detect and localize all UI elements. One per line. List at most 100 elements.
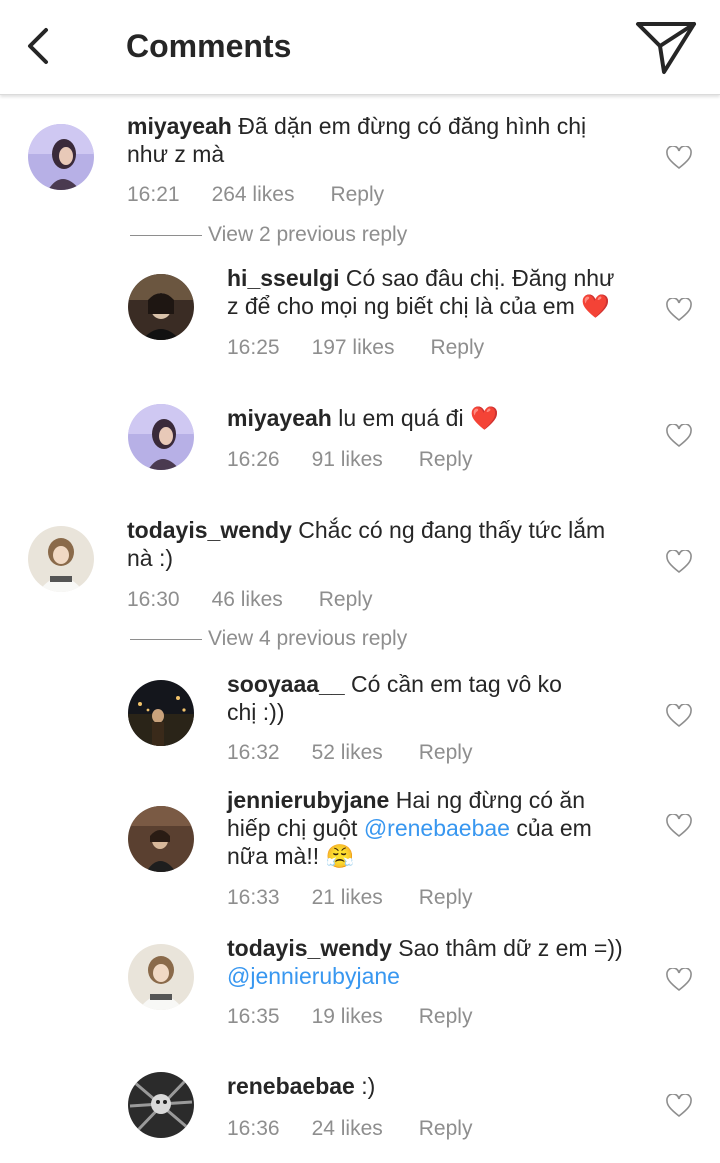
timestamp: 16:33 xyxy=(227,886,280,909)
comment-text: hi_sseulgi Có sao đâu chị. Đăng như z để… xyxy=(227,264,697,320)
view-previous-replies[interactable]: View 2 previous reply xyxy=(130,222,407,248)
comment-text: sooyaaa__ Có cần em tag vô ko chị :)) xyxy=(227,670,697,726)
comment-text-line: Hai ng đừng có ăn xyxy=(395,787,586,813)
comment-text: todayis_wendy Sao thâm dữ z em =)) @jenn… xyxy=(227,934,697,990)
likes-count[interactable]: 24 likes xyxy=(312,1116,383,1142)
username[interactable]: sooyaaa__ xyxy=(227,671,345,697)
comment-text: todayis_wendy Chắc có ng đang thấy tức l… xyxy=(127,516,627,572)
reply-button[interactable]: Reply xyxy=(419,740,473,766)
reply-item: sooyaaa__ Có cần em tag vô ko chị :)) 16… xyxy=(128,670,708,770)
heart-icon[interactable] xyxy=(666,549,692,574)
username[interactable]: todayis_wendy xyxy=(227,935,392,961)
heart-icon[interactable] xyxy=(666,145,692,170)
mention-link[interactable]: @renebaebae xyxy=(364,815,510,841)
header-bar: Comments xyxy=(0,0,720,95)
reply-item: todayis_wendy Sao thâm dữ z em =)) @jenn… xyxy=(128,934,708,1034)
avatar[interactable] xyxy=(128,404,194,470)
divider-line xyxy=(130,234,202,236)
avatar[interactable] xyxy=(128,806,194,872)
heart-icon[interactable] xyxy=(666,967,692,992)
username[interactable]: miyayeah xyxy=(227,405,332,431)
likes-count[interactable]: 197 likes xyxy=(312,335,395,361)
comment-meta: 16:35 19 likes Reply xyxy=(227,1004,472,1030)
heart-emoji: ❤️ xyxy=(469,405,499,431)
comment-meta: 16:32 52 likes Reply xyxy=(227,740,472,766)
heart-icon[interactable] xyxy=(666,423,692,448)
timestamp: 16:21 xyxy=(127,183,180,206)
comment-text-line: Sao thâm dữ z em =)) xyxy=(398,935,623,961)
comment-item: todayis_wendy Chắc có ng đang thấy tức l… xyxy=(28,516,708,616)
likes-count[interactable]: 91 likes xyxy=(312,447,383,473)
reply-button[interactable]: Reply xyxy=(419,1004,473,1030)
reply-button[interactable]: Reply xyxy=(419,447,473,473)
comment-meta: 16:33 21 likes Reply xyxy=(227,885,472,911)
avatar[interactable] xyxy=(28,124,94,190)
view-previous-replies[interactable]: View 4 previous reply xyxy=(130,626,407,652)
comment-text-line: của em xyxy=(516,815,592,841)
username[interactable]: todayis_wendy xyxy=(127,517,292,543)
comment-meta: 16:21 264 likes Reply xyxy=(127,182,384,208)
heart-icon[interactable] xyxy=(666,703,692,728)
comment-text-line: chị :)) xyxy=(227,699,285,725)
divider-line xyxy=(130,638,202,640)
view-previous-label: View 4 previous reply xyxy=(208,627,408,650)
reply-item: miyayeah lu em quá đi ❤️ 16:26 91 likes Re… xyxy=(128,404,708,484)
huffing-face-emoji: 😤 xyxy=(325,843,355,869)
heart-emoji: ❤️ xyxy=(581,293,610,319)
avatar[interactable] xyxy=(28,526,94,592)
comment-text-line: hiếp chị guột xyxy=(227,815,358,841)
comment-text: miyayeah Đã dặn em đừng có đăng hình chị… xyxy=(127,112,627,168)
comment-text-line: nữa mà!! xyxy=(227,843,320,869)
comment-meta: 16:26 91 likes Reply xyxy=(227,447,472,473)
reply-item: renebaebae :) 16:36 24 likes Reply xyxy=(128,1072,708,1158)
username[interactable]: hi_sseulgi xyxy=(227,265,339,291)
comment-text: jennierubyjane Hai ng đừng có ăn hiếp ch… xyxy=(227,786,697,870)
comment-text-line: nà :) xyxy=(127,545,174,571)
username[interactable]: renebaebae xyxy=(227,1073,355,1099)
likes-count[interactable]: 52 likes xyxy=(312,740,383,766)
heart-icon[interactable] xyxy=(666,813,692,838)
avatar[interactable] xyxy=(128,274,194,340)
comment-text-line: Có sao đâu chị. Đăng như xyxy=(345,265,615,291)
reply-button[interactable]: Reply xyxy=(319,587,373,613)
timestamp: 16:32 xyxy=(227,741,280,764)
avatar[interactable] xyxy=(128,1072,194,1138)
reply-item: hi_sseulgi Có sao đâu chị. Đăng như z để… xyxy=(128,264,708,364)
timestamp: 16:25 xyxy=(227,336,280,359)
mention-link[interactable]: @jennierubyjane xyxy=(227,963,400,989)
comment-text-line: z để cho mọi ng biết chị là của em xyxy=(227,293,575,319)
reply-button[interactable]: Reply xyxy=(419,1116,473,1142)
reply-button[interactable]: Reply xyxy=(430,335,484,361)
heart-icon[interactable] xyxy=(666,297,692,322)
heart-icon[interactable] xyxy=(666,1093,692,1118)
comment-text: miyayeah lu em quá đi ❤️ xyxy=(227,404,697,432)
username[interactable]: jennierubyjane xyxy=(227,787,389,813)
avatar[interactable] xyxy=(128,944,194,1010)
avatar[interactable] xyxy=(128,680,194,746)
page-title: Comments xyxy=(126,28,292,64)
comment-item: miyayeah Đã dặn em đừng có đăng hình chị… xyxy=(28,112,708,212)
reply-item: jennierubyjane Hai ng đừng có ăn hiếp ch… xyxy=(128,786,708,916)
comment-meta: 16:30 46 likes Reply xyxy=(127,587,372,613)
comment-text-line: như z mà xyxy=(127,141,225,167)
comment-text-line: Có cần em tag vô ko xyxy=(351,671,562,697)
view-previous-label: View 2 previous reply xyxy=(208,223,408,246)
timestamp: 16:36 xyxy=(227,1117,280,1140)
timestamp: 16:30 xyxy=(127,588,180,611)
comment-meta: 16:25 197 likes Reply xyxy=(227,335,484,361)
likes-count[interactable]: 264 likes xyxy=(212,182,295,208)
timestamp: 16:26 xyxy=(227,448,280,471)
comment-text-line: Đã dặn em đừng có đăng hình chị xyxy=(238,113,587,139)
reply-button[interactable]: Reply xyxy=(419,885,473,911)
likes-count[interactable]: 46 likes xyxy=(212,587,283,613)
comment-text-line: Chắc có ng đang thấy tức lắm xyxy=(298,517,606,543)
comment-text: renebaebae :) xyxy=(227,1072,697,1100)
likes-count[interactable]: 21 likes xyxy=(312,885,383,911)
comment-text-line: :) xyxy=(361,1073,376,1099)
username[interactable]: miyayeah xyxy=(127,113,232,139)
comment-meta: 16:36 24 likes Reply xyxy=(227,1116,472,1142)
reply-button[interactable]: Reply xyxy=(330,182,384,208)
back-arrow-icon[interactable] xyxy=(22,26,58,66)
direct-send-icon[interactable] xyxy=(634,18,698,76)
likes-count[interactable]: 19 likes xyxy=(312,1004,383,1030)
